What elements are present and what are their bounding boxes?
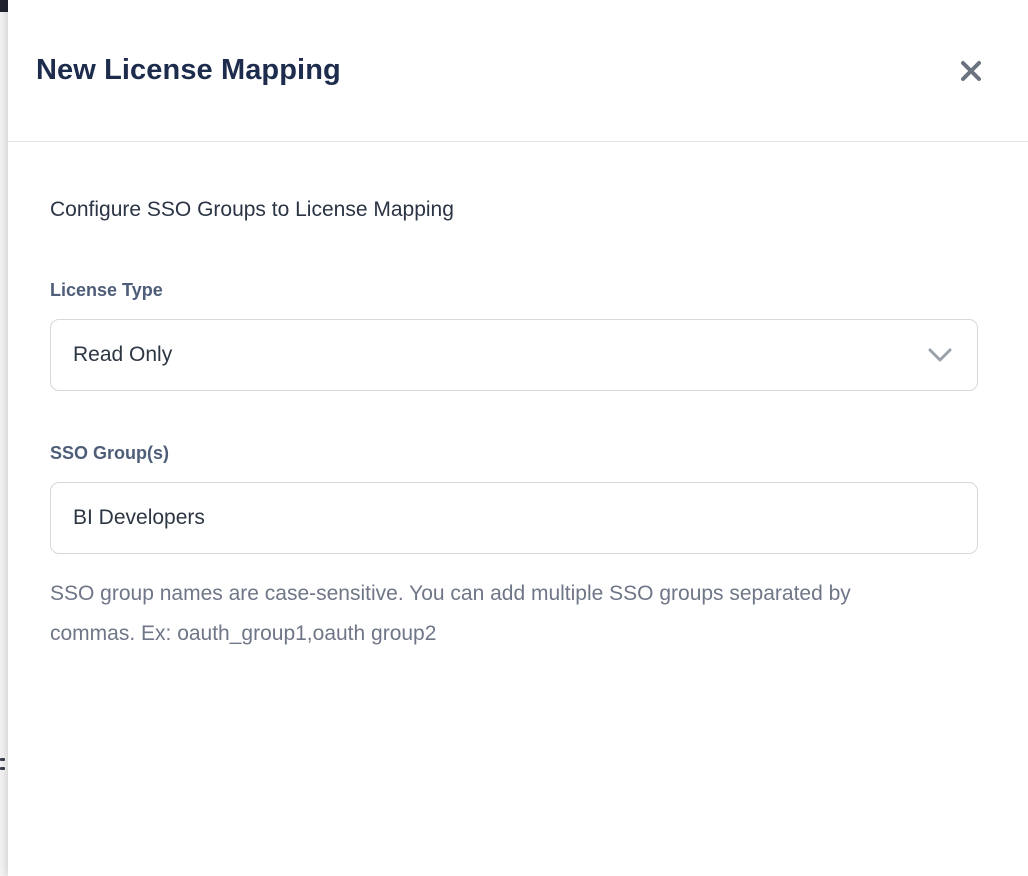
sso-groups-label: SSO Group(s): [50, 443, 986, 464]
sso-groups-input[interactable]: [50, 482, 978, 554]
x-icon: [958, 58, 984, 84]
modal-title: New License Mapping: [36, 54, 341, 87]
modal-subtitle: Configure SSO Groups to License Mapping: [50, 198, 986, 222]
sso-groups-help-text: SSO group names are case-sensitive. You …: [50, 574, 900, 654]
background-page-edge: [0, 0, 8, 876]
close-button[interactable]: [954, 54, 988, 88]
chevron-down-icon: [927, 346, 953, 364]
modal-body: Configure SSO Groups to License Mapping …: [8, 142, 1028, 876]
license-type-select[interactable]: Read Only: [50, 319, 978, 391]
new-license-mapping-modal: New License Mapping Configure SSO Groups…: [8, 0, 1028, 876]
modal-header: New License Mapping: [8, 0, 1028, 142]
background-page-fragment: [0, 0, 8, 12]
license-type-label: License Type: [50, 280, 986, 301]
background-list-icon: [0, 758, 6, 786]
license-type-selected-value: Read Only: [73, 343, 172, 367]
